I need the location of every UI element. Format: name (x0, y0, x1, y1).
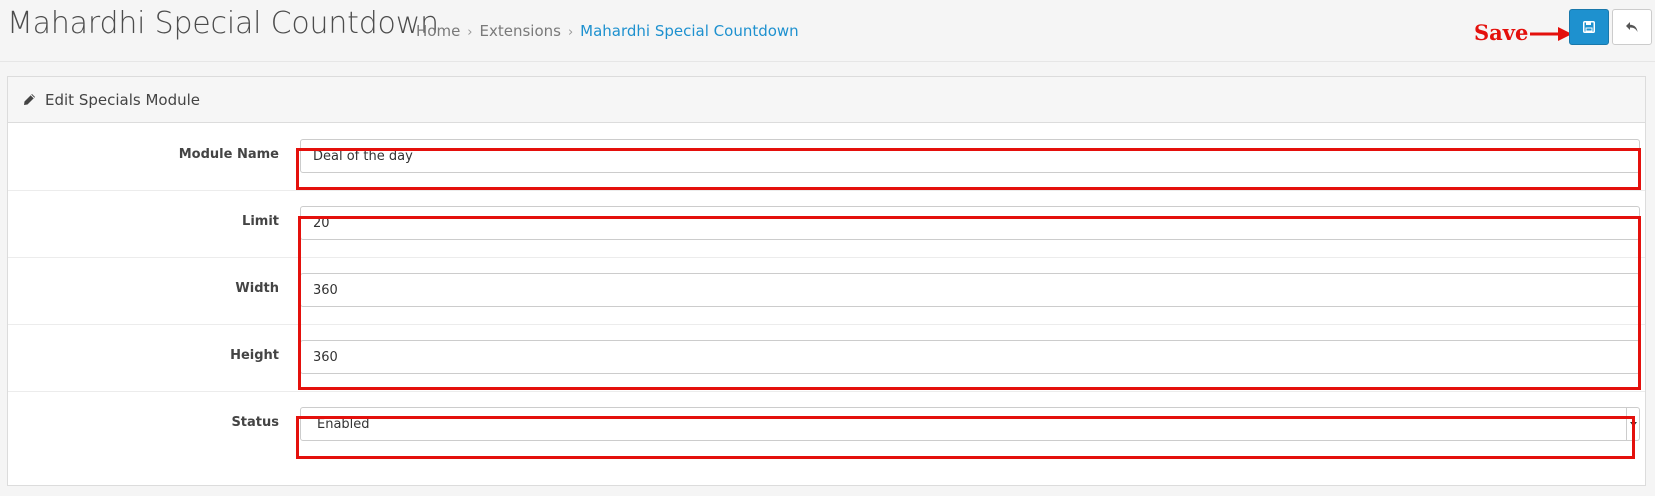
breadcrumb-separator: › (567, 25, 574, 40)
limit-label: Limit (242, 214, 279, 229)
form-row-limit: Limit (8, 190, 1645, 258)
page-header: Mahardhi Special Countdown Home › Extensio… (0, 0, 1655, 62)
status-label: Status (231, 415, 279, 430)
edit-module-panel: Edit Specials Module Module Name Limit W… (7, 76, 1646, 486)
status-select[interactable]: Enabled (300, 407, 1640, 441)
annotation-arrow-icon (1530, 27, 1572, 41)
height-label: Height (230, 348, 279, 363)
pencil-icon (23, 93, 36, 106)
breadcrumb: Home › Extensions › Mahardhi Special Countdo… (416, 22, 799, 40)
status-select-value: Enabled (317, 416, 370, 432)
reply-arrow-icon (1626, 22, 1638, 32)
module-name-label: Module Name (178, 147, 279, 162)
page-title: Mahardhi Special Countdown (7, 6, 439, 41)
module-name-input[interactable] (300, 139, 1640, 173)
form-row-height: Height (8, 324, 1645, 392)
width-input[interactable] (300, 273, 1640, 307)
limit-input[interactable] (300, 206, 1640, 240)
save-button[interactable] (1569, 9, 1609, 45)
panel-heading-title: Edit Specials Module (45, 90, 200, 109)
width-label: Width (235, 281, 279, 296)
breadcrumb-home-link[interactable]: Home (416, 22, 460, 40)
breadcrumb-extensions-link[interactable]: Extensions (480, 22, 561, 40)
form-row-width: Width (8, 257, 1645, 325)
breadcrumb-current-link[interactable]: Mahardhi Special Countdown (580, 22, 799, 40)
form-row-status: Status Enabled (8, 391, 1645, 458)
back-button[interactable] (1612, 9, 1652, 45)
save-annotation-label: Save (1474, 20, 1529, 45)
form-row-module-name: Module Name (8, 123, 1645, 191)
chevron-down-icon (1626, 408, 1639, 440)
floppy-disk-icon (1583, 21, 1595, 33)
breadcrumb-separator: › (467, 25, 473, 40)
panel-heading: Edit Specials Module (8, 77, 1645, 123)
height-input[interactable] (300, 340, 1640, 374)
